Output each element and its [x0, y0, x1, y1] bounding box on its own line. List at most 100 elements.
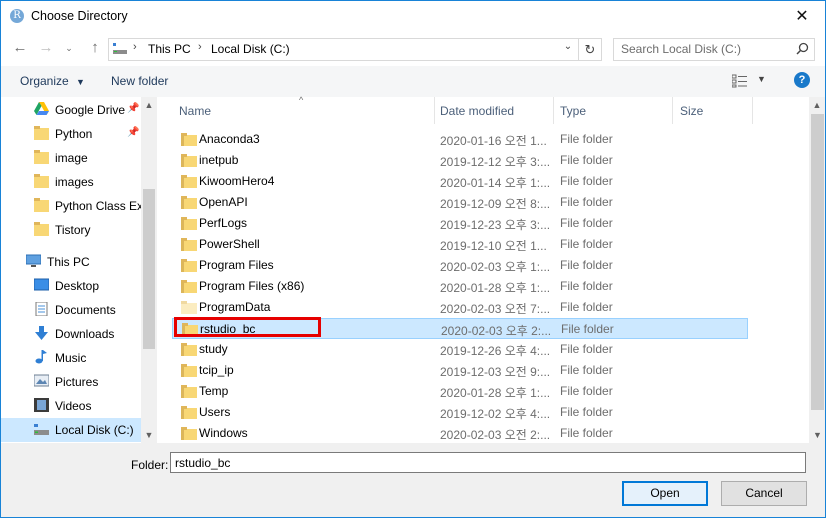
scroll-down-arrow-icon[interactable]: ▼ [141, 427, 157, 443]
folder-icon [181, 175, 197, 188]
file-date: 2020-02-03 오전 7:... [440, 302, 550, 316]
file-name: Anaconda3 [199, 132, 260, 146]
folder-icon [181, 280, 197, 293]
folder-icon [34, 174, 49, 188]
scrollbar-thumb[interactable] [811, 114, 824, 410]
file-list-scrollbar[interactable]: ▲ ▼ [809, 97, 825, 443]
recent-locations-chevron-icon[interactable]: ⌄ [63, 36, 75, 60]
scroll-up-arrow-icon[interactable]: ▲ [141, 97, 157, 113]
folder-icon [34, 222, 49, 236]
file-row-users[interactable]: Users 2019-12-02 오후 4:... File folder [172, 402, 748, 423]
nav-item-music[interactable]: Music [1, 346, 141, 370]
hidden-folder-icon [181, 301, 197, 314]
refresh-icon[interactable]: ↻ [578, 39, 601, 60]
cancel-button[interactable]: Cancel [721, 481, 807, 506]
file-date: 2019-12-09 오전 8:... [440, 197, 550, 211]
file-row-kiwoomhero4[interactable]: KiwoomHero4 2020-01-14 오후 1:... File fol… [172, 171, 748, 192]
nav-item-pictures[interactable]: Pictures [1, 370, 141, 394]
column-header-label: Name [179, 104, 212, 118]
local-disk-icon [113, 43, 127, 54]
pin-icon: 📌 [127, 127, 140, 138]
folder-name-input[interactable]: rstudio_bc [170, 452, 806, 473]
nav-item-downloads[interactable]: Downloads [1, 322, 141, 346]
folder-icon [181, 196, 197, 209]
file-type: File folder [560, 174, 613, 188]
sort-ascending-icon: ^ [299, 95, 304, 105]
nav-item-this-pc[interactable]: This PC [1, 250, 141, 274]
new-folder-button[interactable]: New folder [111, 74, 168, 88]
scroll-up-arrow-icon[interactable]: ▲ [809, 97, 825, 113]
change-view-button[interactable]: ▼ [730, 72, 768, 90]
organize-button[interactable]: Organize ▼ [20, 74, 85, 88]
search-input[interactable]: Search Local Disk (C:) [613, 38, 815, 61]
close-icon[interactable]: ✕ [779, 1, 825, 32]
file-date: 2020-01-14 오후 1:... [440, 176, 550, 190]
open-button[interactable]: Open [622, 481, 708, 506]
back-arrow-icon[interactable]: ← [9, 36, 31, 60]
nav-item-images[interactable]: images [1, 170, 141, 194]
file-name: KiwoomHero4 [199, 174, 275, 188]
file-row-programdata[interactable]: ProgramData 2020-02-03 오전 7:... File fol… [172, 297, 748, 318]
column-divider[interactable] [752, 97, 753, 124]
file-date: 2020-01-28 오후 1:... [440, 281, 550, 295]
nav-pane-scrollbar[interactable]: ▲ ▼ [141, 97, 157, 443]
file-row-anaconda3[interactable]: Anaconda3 2020-01-16 오전 1... File folder [172, 129, 748, 150]
breadcrumb-local-disk[interactable]: Local Disk (C:) [211, 42, 290, 56]
column-header-date[interactable]: Date modified [435, 97, 554, 124]
file-name: Temp [199, 384, 229, 398]
file-row-openapi[interactable]: OpenAPI 2019-12-09 오전 8:... File folder [172, 192, 748, 213]
column-header-name[interactable]: Name ^ [158, 95, 435, 124]
folder-icon [181, 154, 197, 167]
chevron-down-icon: ▼ [757, 74, 766, 84]
window-title: Choose Directory [31, 9, 128, 23]
file-row-program-files-x86[interactable]: Program Files (x86) 2020-01-28 오후 1:... … [172, 276, 748, 297]
nav-item-tistory[interactable]: Tistory [1, 218, 141, 242]
nav-item-label: Pictures [55, 375, 99, 389]
file-row-study[interactable]: study 2019-12-26 오후 4:... File folder [172, 339, 748, 360]
scroll-down-arrow-icon[interactable]: ▼ [809, 427, 825, 443]
file-row-inetpub[interactable]: inetpub 2019-12-12 오후 3:... File folder [172, 150, 748, 171]
file-row-tcip-ip[interactable]: tcip_ip 2019-12-03 오전 9:... File folder [172, 360, 748, 381]
search-icon[interactable] [796, 42, 809, 55]
address-bar[interactable]: › This PC › Local Disk (C:) ⌄ ↻ [108, 38, 602, 61]
details-view-icon [732, 74, 747, 88]
file-date: 2020-02-03 오후 1:... [440, 260, 550, 274]
nav-item-videos[interactable]: Videos [1, 394, 141, 418]
forward-arrow-icon[interactable]: → [35, 36, 57, 60]
file-row-temp[interactable]: Temp 2020-01-28 오후 1:... File folder [172, 381, 748, 402]
file-name: inetpub [199, 153, 239, 167]
up-arrow-icon[interactable]: ↑ [84, 36, 106, 60]
nav-item-label: Local Disk (C:) [55, 423, 134, 437]
choose-directory-dialog: R Choose Directory ✕ ← → ⌄ ↑ › This PC ›… [0, 0, 826, 518]
column-header-type[interactable]: Type [554, 97, 673, 124]
scrollbar-thumb[interactable] [143, 189, 155, 349]
folder-icon [181, 427, 197, 440]
breadcrumb-this-pc[interactable]: This PC [148, 42, 191, 56]
file-type: File folder [560, 132, 613, 146]
nav-item-documents[interactable]: Documents [1, 298, 141, 322]
nav-item-python-class[interactable]: Python Class Exe [1, 194, 150, 218]
nav-item-desktop[interactable]: Desktop [1, 274, 141, 298]
navigation-bar: ← → ⌄ ↑ › This PC › Local Disk (C:) ⌄ ↻ … [1, 32, 825, 66]
nav-item-python[interactable]: Python 📌 [1, 122, 141, 146]
file-date: 2020-01-28 오후 1:... [440, 386, 550, 400]
nav-item-label: Desktop [55, 279, 100, 293]
nav-item-image[interactable]: image [1, 146, 141, 170]
nav-item-google-drive[interactable]: Google Drive 📌 [1, 98, 141, 122]
file-date: 2019-12-02 오후 4:... [440, 407, 550, 421]
file-row-powershell[interactable]: PowerShell 2019-12-10 오전 1... File folde… [172, 234, 748, 255]
help-icon[interactable]: ? [794, 72, 810, 88]
file-name: ProgramData [199, 300, 271, 314]
nav-item-label: image [55, 151, 88, 165]
navigation-pane: Google Drive 📌 Python 📌 image images Pyt… [1, 97, 157, 443]
address-dropdown-icon[interactable]: ⌄ [561, 41, 575, 52]
nav-item-local-disk[interactable]: Local Disk (C:) [1, 418, 141, 442]
file-row-perflogs[interactable]: PerfLogs 2019-12-23 오후 3:... File folder [172, 213, 748, 234]
nav-item-label: Documents [55, 303, 116, 317]
chevron-down-icon: ▼ [76, 77, 85, 87]
nav-item-label: Music [55, 351, 87, 365]
file-row-program-files[interactable]: Program Files 2020-02-03 오후 1:... File f… [172, 255, 748, 276]
file-row-windows[interactable]: Windows 2020-02-03 오전 2:... File folder [172, 423, 748, 444]
column-header-size[interactable]: Size [673, 97, 753, 124]
file-name: Windows [199, 426, 248, 440]
